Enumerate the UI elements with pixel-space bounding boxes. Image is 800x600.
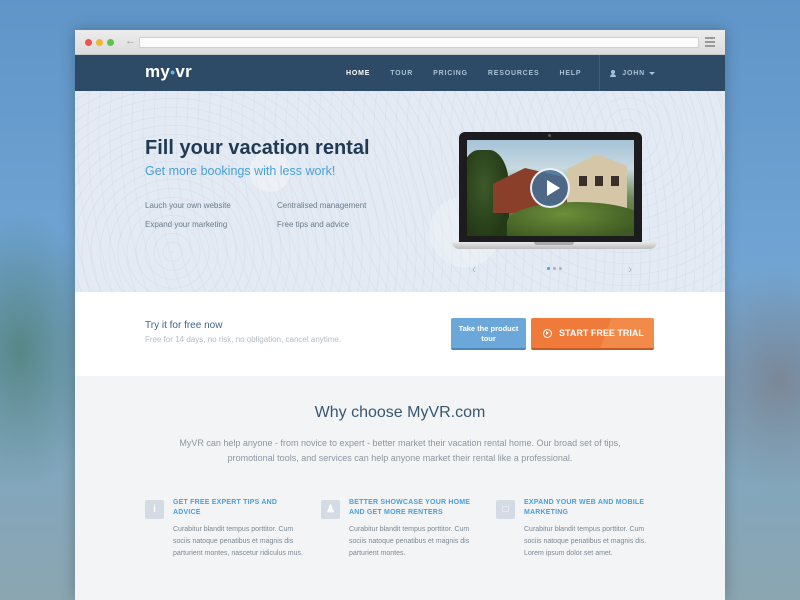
window <box>595 176 603 186</box>
benefit-column: □ EXPAND YOUR WEB AND MOBILE MARKETING C… <box>496 498 656 560</box>
info-icon: i <box>145 500 164 519</box>
feature-item: Expand your marketing <box>145 220 228 229</box>
laptop-camera <box>548 134 551 137</box>
benefit-title[interactable]: BETTER SHOWCASE YOUR HOME AND GET MORE R… <box>349 498 481 518</box>
logo-text-left: my <box>145 62 171 81</box>
slider-dot[interactable] <box>553 267 556 270</box>
nav-link-home[interactable]: HOME <box>346 70 370 77</box>
laptop-notch <box>534 242 574 245</box>
trial-section: Try it for free now Free for 14 days, no… <box>75 292 725 376</box>
video-thumbnail[interactable] <box>467 140 634 236</box>
laptop-screen-frame <box>459 132 642 244</box>
feature-item: Lauch your own website <box>145 201 231 210</box>
logo-text-right: vr <box>175 62 193 81</box>
why-section: Why choose MyVR.com MyVR can help anyone… <box>75 376 725 600</box>
chevron-down-icon <box>649 71 655 75</box>
laptop-mockup <box>452 132 657 252</box>
hero-section: Fill your vacation rental Get more booki… <box>75 91 725 292</box>
benefit-column: ♟ BETTER SHOWCASE YOUR HOME AND GET MORE… <box>321 498 481 560</box>
feature-list: Lauch your own website Centralised manag… <box>145 201 405 229</box>
why-title: Why choose MyVR.com <box>314 404 486 421</box>
hero-subtitle: Get more bookings with less work! <box>145 164 336 178</box>
window <box>611 176 619 186</box>
site-logo[interactable]: my•vr <box>145 62 192 82</box>
slider-next-icon[interactable]: › <box>628 262 632 276</box>
laptop-base <box>452 242 657 249</box>
slider-dots <box>547 267 562 270</box>
play-circle-icon <box>543 328 552 338</box>
address-bar[interactable] <box>139 37 699 48</box>
browser-window: ← my•vr HOME TOUR PRICING RESOURCES HELP… <box>75 30 725 600</box>
why-description: MyVR can help anyone - from novice to ex… <box>179 438 621 463</box>
nav-link-pricing[interactable]: PRICING <box>433 70 468 77</box>
maximize-window-button[interactable] <box>107 39 114 46</box>
benefit-body: Curabitur blandit tempus porttitor. Cum … <box>173 526 303 557</box>
nav-link-help[interactable]: HELP <box>559 70 581 77</box>
benefit-column: i GET FREE EXPERT TIPS AND ADVICE Curabi… <box>145 498 305 560</box>
user-icon <box>610 69 617 77</box>
nav-links: HOME TOUR PRICING RESOURCES HELP JOHN <box>346 55 655 91</box>
close-window-button[interactable] <box>85 39 92 46</box>
feature-item: Centralised management <box>277 201 367 210</box>
product-tour-button[interactable]: Take the product tour <box>451 318 526 350</box>
person-icon: ♟ <box>321 500 340 519</box>
benefit-title[interactable]: GET FREE EXPERT TIPS AND ADVICE <box>173 498 305 518</box>
nav-divider <box>599 55 601 91</box>
hamburger-menu-icon[interactable] <box>705 37 715 49</box>
benefit-title[interactable]: EXPAND YOUR WEB AND MOBILE MARKETING <box>524 498 656 518</box>
feature-item: Free tips and advice <box>277 220 350 229</box>
trial-title: Try it for free now <box>145 320 223 331</box>
back-arrow-icon[interactable]: ← <box>125 35 136 47</box>
nav-link-resources[interactable]: RESOURCES <box>488 70 540 77</box>
slider-prev-icon[interactable]: ‹ <box>472 262 476 276</box>
product-tour-label: Take the product tour <box>458 324 519 343</box>
hero-title: Fill your vacation rental <box>145 137 370 159</box>
minimize-window-button[interactable] <box>96 39 103 46</box>
slider-dot[interactable] <box>547 267 550 270</box>
benefit-body: Curabitur blandit tempus porttitor. Cum … <box>524 526 647 557</box>
start-free-trial-button[interactable]: START FREE TRIAL <box>531 318 654 350</box>
benefit-body: Curabitur blandit tempus porttitor. Cum … <box>349 526 470 557</box>
slider-dot[interactable] <box>559 267 562 270</box>
nav-link-tour[interactable]: TOUR <box>390 70 413 77</box>
monitor-icon: □ <box>496 500 515 519</box>
start-free-trial-label: START FREE TRIAL <box>559 328 644 338</box>
browser-chrome: ← <box>75 30 725 55</box>
window <box>579 176 587 186</box>
site-navbar: my•vr HOME TOUR PRICING RESOURCES HELP J… <box>75 55 725 91</box>
bushes <box>507 202 634 236</box>
trial-subtitle: Free for 14 days, no risk, no obligation… <box>145 335 342 344</box>
user-name: JOHN <box>622 69 645 77</box>
user-menu[interactable]: JOHN <box>610 69 655 77</box>
play-icon[interactable] <box>530 168 570 208</box>
